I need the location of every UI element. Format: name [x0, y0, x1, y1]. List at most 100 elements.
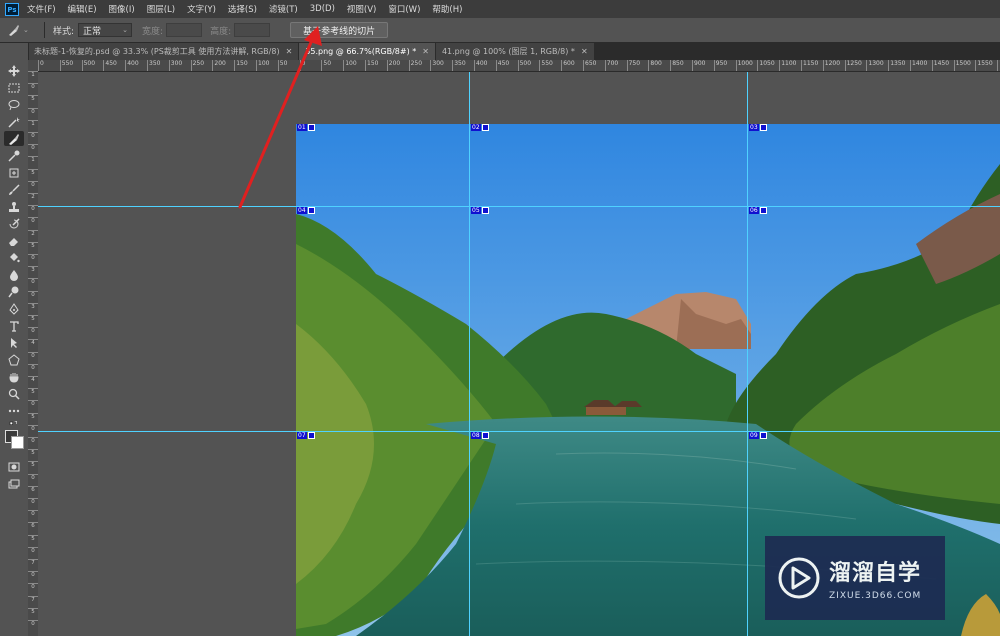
slices-from-guides-button[interactable]: 基于参考线的切片	[290, 22, 389, 38]
menu-window[interactable]: 窗口(W)	[388, 3, 420, 15]
width-label: 宽度:	[142, 26, 164, 37]
height-field[interactable]	[234, 23, 271, 37]
ruler-tick-label: 0	[299, 60, 305, 71]
path-selection-tool[interactable]	[4, 335, 24, 350]
color-swatches[interactable]	[4, 429, 24, 451]
style-select[interactable]: 正常 ⌄	[78, 23, 133, 37]
vertical-guide[interactable]	[469, 72, 470, 636]
ruler-tick-label: 1400	[910, 60, 927, 71]
slice-number: 05	[471, 207, 481, 214]
stamp-icon	[9, 201, 19, 212]
swap-colors-icon	[9, 421, 17, 425]
brush-tool[interactable]	[4, 182, 24, 197]
blur-tool[interactable]	[4, 267, 24, 282]
horizontal-guide[interactable]	[38, 206, 1000, 207]
slice-badge[interactable]: 01	[297, 124, 315, 131]
eyedropper-tool[interactable]	[4, 148, 24, 163]
slice-badge[interactable]: 09	[749, 432, 767, 439]
ruler-tick-label: 0	[28, 620, 38, 628]
slice-badge[interactable]: 02	[471, 124, 489, 131]
menu-help[interactable]: 帮助(H)	[432, 3, 462, 15]
stamp-tool[interactable]	[4, 199, 24, 214]
ruler-tick-label: 1200	[822, 60, 840, 71]
ruler-tick-label: 50	[321, 60, 331, 71]
ruler-origin[interactable]	[28, 60, 38, 71]
horizontal-guide[interactable]	[38, 431, 1000, 432]
shape-icon	[8, 353, 20, 365]
zoom-icon	[8, 388, 20, 400]
ruler-tick-label: 5	[28, 388, 38, 396]
ruler-tick-label: 5	[28, 168, 38, 177]
tools-panel	[0, 43, 29, 636]
ruler-tick-label: 800	[648, 60, 662, 71]
horizontal-ruler[interactable]: 0 550 500 450 400 350 300 250 200 150 100 50 0 50 100 1…	[38, 60, 1000, 72]
ruler-tick-label: 500	[517, 60, 531, 71]
magic-wand-tool[interactable]	[4, 114, 24, 129]
history-brush-tool[interactable]	[4, 216, 24, 231]
slice-badge[interactable]: 08	[471, 432, 489, 439]
shape-tool[interactable]	[4, 352, 24, 367]
slice-badge[interactable]: 03	[749, 124, 767, 131]
ruler-tick-label: 0	[28, 132, 38, 140]
hand-tool[interactable]	[4, 369, 24, 384]
slice-tool[interactable]	[4, 131, 24, 146]
magic-wand-icon	[8, 116, 20, 128]
close-icon[interactable]: ✕	[286, 47, 293, 56]
background-color-swatch[interactable]	[11, 436, 24, 449]
ruler-tick-label: 0	[28, 363, 38, 372]
close-icon[interactable]: ✕	[422, 47, 429, 56]
menu-3d[interactable]: 3D(D)	[310, 4, 335, 14]
slice-badge[interactable]: 05	[471, 207, 489, 214]
type-tool[interactable]	[4, 318, 24, 333]
tab-document-1[interactable]: 未标题-1-恢复的.psd @ 33.3% (PS裁剪工具 使用方法讲解, RG…	[28, 43, 300, 60]
watermark-title: 溜溜自学	[829, 561, 922, 586]
pen-tool[interactable]	[4, 301, 24, 316]
document-tabs: 未标题-1-恢复的.psd @ 33.3% (PS裁剪工具 使用方法讲解, RG…	[28, 43, 1000, 60]
ruler-tick-label: 3	[28, 302, 38, 311]
vertical-guide[interactable]	[747, 72, 748, 636]
width-field[interactable]	[166, 23, 203, 37]
close-icon[interactable]: ✕	[581, 47, 588, 56]
frame-tool[interactable]	[4, 165, 24, 180]
marquee-tool[interactable]	[4, 80, 24, 95]
slice-badge[interactable]: 04	[297, 207, 315, 214]
tool-preset-picker[interactable]: ⌄	[8, 21, 36, 39]
tab-label: 41.png @ 100% (图层 1, RGB/8) *	[441, 47, 575, 56]
tab-document-2[interactable]: 35.png @ 66.7%(RGB/8#) * ✕	[299, 43, 436, 60]
slice-badge[interactable]: 06	[749, 207, 767, 214]
menu-type[interactable]: 文字(Y)	[187, 3, 216, 15]
lasso-tool[interactable]	[4, 97, 24, 112]
swap-colors-button[interactable]	[4, 420, 24, 428]
eraser-tool[interactable]	[4, 233, 24, 248]
tab-document-3[interactable]: 41.png @ 100% (图层 1, RGB/8) * ✕	[435, 43, 595, 60]
ruler-tick-label: 0	[28, 83, 38, 91]
menu-image[interactable]: 图像(I)	[109, 3, 135, 15]
paint-bucket-tool[interactable]	[4, 250, 24, 265]
screen-mode-button[interactable]	[4, 476, 24, 491]
ruler-tick-label: 5	[28, 449, 38, 457]
brush-icon	[9, 183, 20, 195]
zoom-tool[interactable]	[4, 386, 24, 401]
slice-badge[interactable]: 07	[297, 432, 315, 439]
arrow-cursor-icon	[11, 337, 17, 348]
menu-select[interactable]: 选择(S)	[228, 3, 257, 15]
ruler-tick-label: 0	[28, 510, 38, 518]
more-tools[interactable]	[4, 403, 24, 418]
quick-mask-button[interactable]	[4, 459, 24, 474]
slice-icon	[9, 133, 19, 145]
ruler-tick-label: 1100	[779, 60, 796, 71]
menu-layer[interactable]: 图层(L)	[147, 3, 175, 15]
menu-filter[interactable]: 滤镜(T)	[269, 3, 298, 15]
ruler-tick-label: 200	[386, 60, 400, 71]
ruler-tick-label: 0	[28, 217, 38, 225]
menu-file[interactable]: 文件(F)	[27, 3, 56, 15]
dodge-tool[interactable]	[4, 284, 24, 299]
marquee-icon	[8, 83, 20, 92]
move-tool[interactable]	[4, 63, 24, 78]
lasso-icon	[8, 99, 20, 110]
slice-number: 01	[297, 124, 307, 131]
menu-edit[interactable]: 编辑(E)	[68, 3, 97, 15]
menu-view[interactable]: 视图(V)	[347, 3, 376, 15]
ruler-tick-label: 100	[343, 60, 357, 71]
style-value: 正常	[83, 26, 102, 37]
